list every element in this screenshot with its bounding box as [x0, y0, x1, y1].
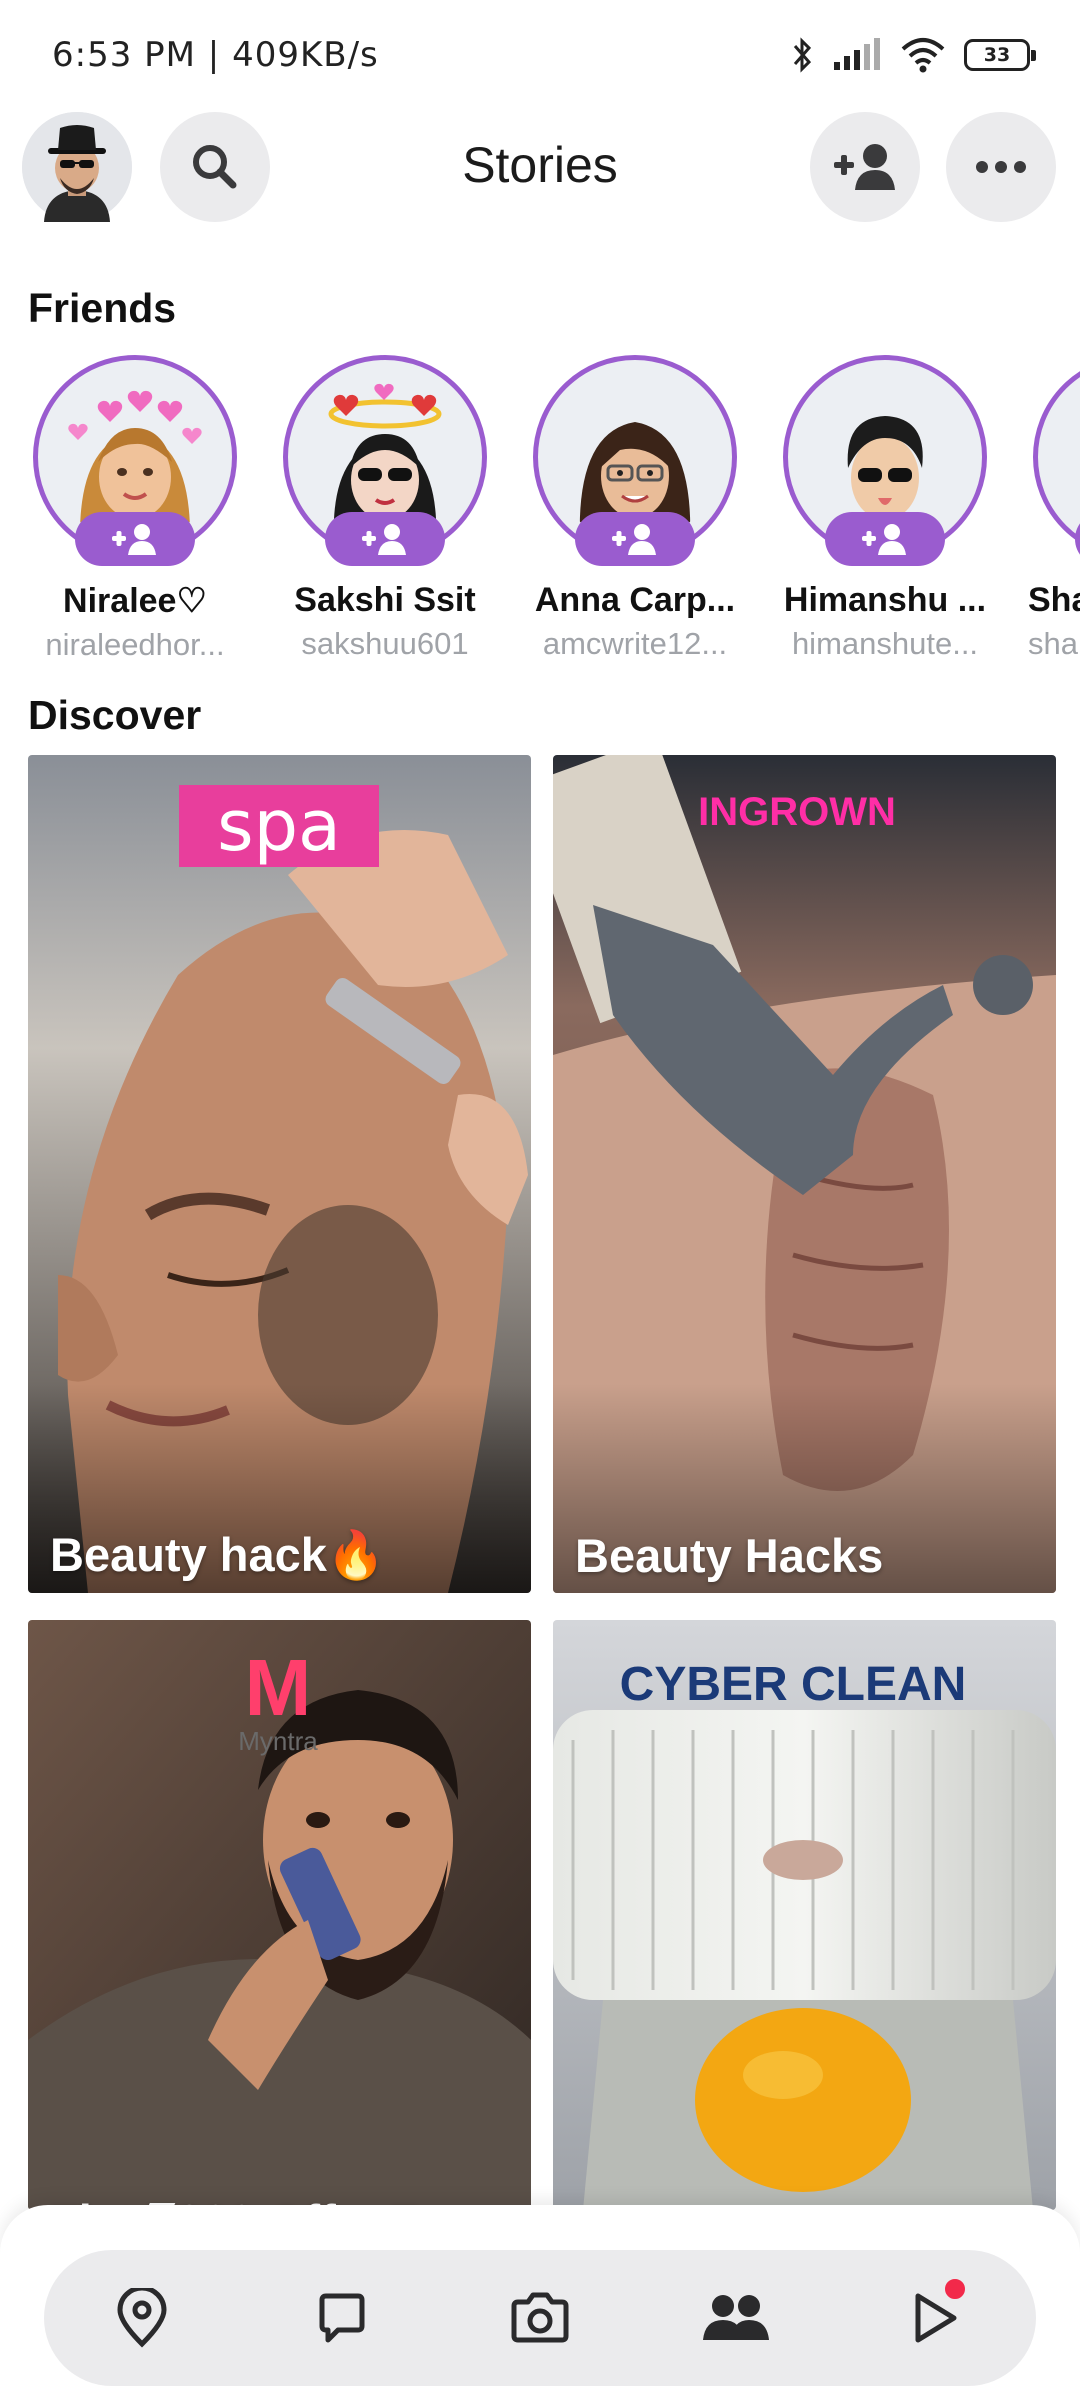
add-friend-icon [834, 144, 895, 190]
add-friend-chip[interactable] [75, 512, 195, 566]
discover-tile[interactable]: M Myntra Flat ₹300 Off + Free [28, 1620, 531, 2210]
notification-dot [942, 2276, 968, 2302]
add-friend-chip[interactable] [325, 512, 445, 566]
more-button[interactable] [946, 112, 1056, 222]
nav-spotlight-button[interactable] [898, 2276, 970, 2354]
add-friend-chip[interactable] [825, 512, 945, 566]
friend-username: himanshute... [791, 626, 979, 661]
signal-icon [834, 38, 880, 70]
discover-brand-text: spa [217, 785, 341, 867]
friend-username: amcwrite12... [542, 626, 728, 661]
discover-brand-text: Myntra [238, 1726, 318, 1756]
add-friend-icon [862, 524, 906, 555]
discover-thumbnail: M Myntra [28, 1620, 531, 2210]
nav-chat-button[interactable] [306, 2282, 378, 2354]
friend-story-item[interactable]: Anna Carp... amcwrite12... [510, 355, 760, 662]
discover-brand-text: CYBER CLEAN [620, 1658, 967, 1711]
friend-username: niraleedhor... [45, 627, 225, 662]
status-bar: 6:53 PM | 409KB/s 33 [0, 0, 1080, 110]
add-friend-button[interactable] [810, 112, 920, 222]
friend-story-item[interactable]: Sha sha [1010, 355, 1080, 662]
add-friend-chip[interactable] [575, 512, 695, 566]
friend-username: sha [1028, 626, 1078, 661]
friend-story-ring[interactable] [33, 355, 237, 566]
chat-icon [319, 2293, 365, 2343]
battery-icon: 33 [964, 39, 1036, 71]
camera-icon [511, 2292, 569, 2343]
status-time: 6:53 PM | 409KB/s [52, 35, 379, 75]
friend-story-ring[interactable] [533, 355, 737, 566]
discover-tile[interactable]: CYBER CLEAN [553, 1620, 1056, 2210]
friend-story-ring[interactable] [283, 355, 487, 566]
wifi-icon [901, 38, 945, 73]
bluetooth-icon [793, 37, 812, 73]
friend-story-item[interactable]: Sakshi Ssit sakshuu601 [260, 355, 510, 662]
friend-story-item[interactable]: Niralee♡ niraleedhor... [10, 355, 260, 663]
friend-username: sakshuu601 [301, 626, 469, 661]
friend-story-item[interactable]: Himanshu ... himanshute... [760, 355, 1010, 662]
discover-thumbnail: CYBER CLEAN [553, 1620, 1056, 2210]
status-icons: 33 [792, 36, 1036, 74]
discover-tile[interactable]: INGROWN Beauty Hacks [553, 755, 1056, 1593]
discover-tile-label: Beauty Hacks [575, 1529, 884, 1582]
more-icon [976, 161, 1026, 173]
map-icon [117, 2288, 167, 2348]
friends-stories-row: Niralee♡ niraleedhor... Sakshi Ssit saks… [0, 355, 1080, 675]
friend-name: Sakshi Ssit [294, 581, 476, 619]
discover-tile[interactable]: spa Beauty hack🔥 [28, 755, 531, 1593]
friend-bitmoji [1050, 372, 1080, 542]
header: Stories [0, 110, 1080, 230]
friend-name: Anna Carp... [534, 581, 736, 619]
friend-name: Himanshu ... [783, 581, 987, 619]
friend-name: Niralee♡ [63, 582, 207, 620]
friend-story-ring[interactable] [1033, 355, 1080, 566]
nav-camera-button[interactable] [504, 2282, 576, 2354]
add-friend-icon [612, 524, 656, 555]
nav-map-button[interactable] [106, 2282, 178, 2354]
add-friend-icon [112, 524, 156, 555]
add-friend-icon [362, 524, 406, 555]
stories-icon [703, 2295, 769, 2340]
friends-section-title: Friends [28, 285, 177, 331]
discover-brand-text: INGROWN [698, 790, 896, 834]
friend-story-ring[interactable] [783, 355, 987, 566]
discover-brand-logo: M [245, 1643, 312, 1732]
battery-level: 33 [983, 44, 1011, 66]
discover-section-title: Discover [28, 692, 202, 738]
discover-tile-label: Beauty hack🔥 [50, 1528, 386, 1581]
discover-thumbnail: spa [28, 755, 531, 1593]
nav-stories-button[interactable] [700, 2282, 772, 2354]
friend-name: Sha [1028, 581, 1080, 619]
discover-thumbnail: INGROWN [553, 755, 1056, 1593]
